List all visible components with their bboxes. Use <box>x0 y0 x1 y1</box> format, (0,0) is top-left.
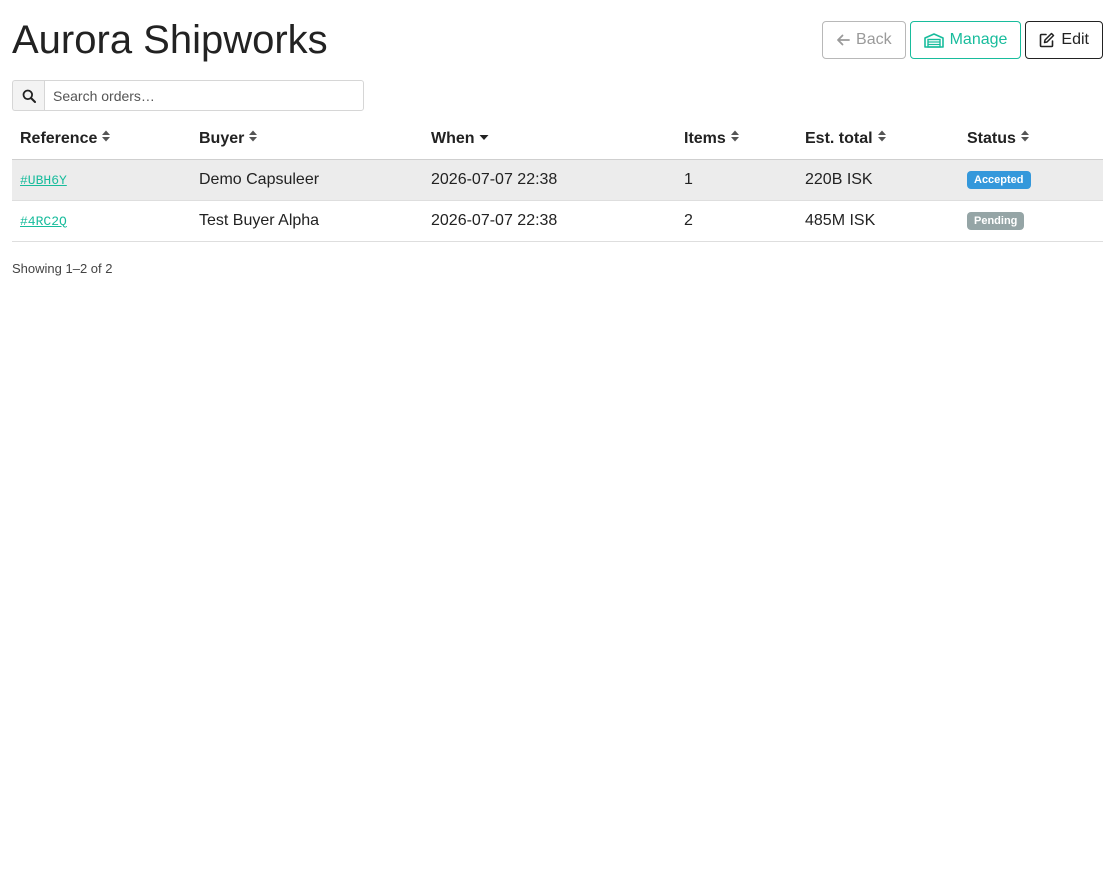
back-button-label: Back <box>856 31 892 48</box>
sort-icon <box>877 129 887 148</box>
column-header-when[interactable]: When <box>423 119 676 160</box>
cell-reference: #UBH6Y <box>12 159 191 201</box>
page: Aurora Shipworks Back Manage Edit Search… <box>0 0 1115 888</box>
table-row: #4RC2Q Test Buyer Alpha 2026-07-07 22:38… <box>12 200 1103 242</box>
status-badge: Pending <box>967 212 1025 230</box>
column-header-label: Buyer <box>199 129 245 147</box>
order-reference-link[interactable]: #4RC2Q <box>20 214 67 229</box>
edit-button-label: Edit <box>1061 31 1089 48</box>
column-header-buyer[interactable]: Buyer <box>191 119 423 160</box>
cell-est-total: 220B ISK <box>797 159 959 201</box>
table-row: #UBH6Y Demo Capsuleer 2026-07-07 22:38 1… <box>12 159 1103 201</box>
manage-button-label: Manage <box>949 31 1008 48</box>
cell-buyer: Demo Capsuleer <box>191 159 423 201</box>
orders-table: Reference Buyer When Items Est. total St… <box>12 119 1103 242</box>
column-header-label: Reference <box>20 129 98 147</box>
column-header-est-total[interactable]: Est. total <box>797 119 959 160</box>
cell-status: Pending <box>959 200 1103 242</box>
edit-icon <box>1039 32 1055 48</box>
column-header-label: Items <box>684 129 726 147</box>
sort-down-icon <box>479 129 489 148</box>
page-title: Aurora Shipworks <box>12 18 328 62</box>
sort-icon <box>730 129 740 148</box>
arrow-left-icon <box>836 33 850 47</box>
search-group <box>12 80 364 111</box>
column-header-status[interactable]: Status <box>959 119 1103 160</box>
sort-icon <box>1020 129 1030 148</box>
sort-icon <box>248 129 258 148</box>
cell-reference: #4RC2Q <box>12 200 191 242</box>
warehouse-icon <box>923 32 944 48</box>
header-actions: Back Manage Edit <box>822 21 1103 59</box>
cell-status: Accepted <box>959 159 1103 201</box>
column-header-reference[interactable]: Reference <box>12 119 191 160</box>
pagination-summary: Showing 1–2 of 2 <box>12 261 113 276</box>
edit-button[interactable]: Edit <box>1025 21 1103 59</box>
column-header-label: Status <box>967 129 1016 147</box>
manage-button[interactable]: Manage <box>909 21 1022 59</box>
order-reference-link[interactable]: #UBH6Y <box>20 173 67 188</box>
status-badge: Accepted <box>967 171 1031 189</box>
cell-est-total: 485M ISK <box>797 200 959 242</box>
table-header-row: Reference Buyer When Items Est. total St… <box>12 119 1103 160</box>
header: Aurora Shipworks Back Manage Edit <box>12 0 1103 80</box>
back-button[interactable]: Back <box>822 21 906 59</box>
sort-icon <box>101 129 111 148</box>
column-header-label: Est. total <box>805 129 873 147</box>
search-input[interactable] <box>44 80 364 111</box>
column-header-label: When <box>431 129 475 147</box>
search-icon <box>12 80 44 111</box>
cell-items: 1 <box>676 159 797 201</box>
cell-when: 2026-07-07 22:38 <box>423 200 676 242</box>
cell-items: 2 <box>676 200 797 242</box>
cell-when: 2026-07-07 22:38 <box>423 159 676 201</box>
cell-buyer: Test Buyer Alpha <box>191 200 423 242</box>
column-header-items[interactable]: Items <box>676 119 797 160</box>
